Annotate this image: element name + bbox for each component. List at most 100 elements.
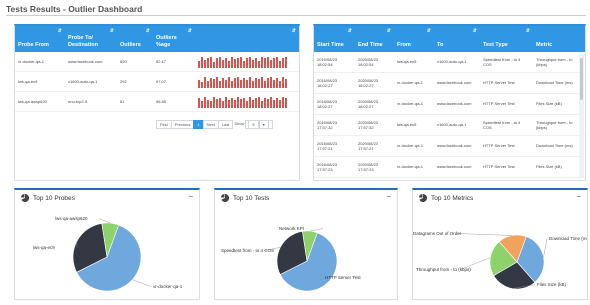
pie-slice-label: Speedtest from - to 4 COS (221, 248, 274, 253)
spark-bar (222, 101, 224, 108)
pager-previous[interactable]: Previous (170, 120, 195, 129)
spark-bar (237, 77, 239, 88)
col-outliers-label: Outliers (120, 42, 141, 49)
spark-bar (216, 99, 218, 108)
top-probes-pie: vr-docker-qa-1 lws-qa-ec9 lws-qa-awsp620 (33, 216, 183, 292)
pie-slice-label: Download Time (ms) (549, 236, 588, 241)
spark-bar (204, 77, 206, 88)
spark-bar (213, 97, 215, 108)
sort-icon: ⇵ (291, 28, 296, 34)
table-row[interactable]: vr-docker-qa-1 www.facebook.com 620 92.17 (15, 52, 299, 72)
top-tests-pie: HTTP Server Test Speedtest from - to 4 CO… (221, 226, 361, 292)
pie-slice-label: vr-docker-qa-1 (153, 284, 183, 289)
pie-leader-line (456, 233, 513, 236)
spark-bar (228, 77, 230, 88)
sort-icon: ⇵ (426, 28, 431, 34)
spark-bar (210, 78, 212, 88)
sort-icon: ⇵ (145, 28, 150, 34)
spark-bar (225, 80, 227, 88)
table-row[interactable]: 2016/08/23 18:02:54 2020/08/23 18:02:54 lw… (314, 52, 585, 73)
top-metrics-pie: Download Time (ms) Files Size (kB) Through… (413, 231, 588, 290)
spark-bar (210, 57, 212, 68)
cell-metric: Download Time (ms) (536, 80, 573, 86)
col-to[interactable]: To ⇵ (434, 26, 480, 52)
cell-start: 2016/08/23 17:57:32 (317, 119, 338, 130)
spark-bar (207, 58, 209, 68)
spark-bar (270, 60, 272, 68)
outlier-sparkline (198, 75, 296, 88)
spark-bar (270, 77, 272, 88)
col-sparkline[interactable]: ⇵ (195, 26, 299, 52)
cell-metric: Files Size (kB) (536, 164, 562, 170)
spark-bar (255, 98, 257, 108)
pager-next[interactable]: Next (202, 120, 219, 129)
spark-bar (270, 97, 272, 108)
spark-bar (279, 61, 281, 68)
table-row[interactable]: lws-qa-ec9 x1600-auto-qa-1 292 97.07 (15, 72, 299, 92)
pie-slice-label: Throughput from - to (kbps) (416, 267, 471, 272)
cell-end: 2020/08/23 18:02:27 (358, 98, 379, 109)
cell-to: www.facebook.com (437, 101, 472, 107)
top-tests-panel: Top 10 Tests − HTTP Server Test Speedtest… (214, 188, 398, 300)
tests-panel: Start Time ⇵ End Time ⇵ From ⇵ To ⇵ Test Typ… (313, 24, 586, 181)
col-start-time[interactable]: Start Time ⇵ (314, 26, 355, 52)
cell-start: 2016/08/23 18:02:54 (317, 56, 338, 67)
col-outliers[interactable]: Outliers ⇵ (117, 26, 153, 52)
spark-bar (276, 78, 278, 88)
col-from[interactable]: From ⇵ (394, 26, 434, 52)
spark-bar (234, 100, 236, 108)
table-row[interactable]: 2016/08/23 17:57:21 2020/08/23 17:57:21 vr… (314, 136, 585, 157)
col-test-type[interactable]: Test Type ⇵ (480, 26, 533, 52)
col-from-label: From (397, 42, 411, 49)
col-probe-from[interactable]: Probe From ⇵ (15, 26, 65, 52)
pie-leader-line (98, 218, 111, 224)
spark-bar (273, 100, 275, 108)
table-row[interactable]: 2016/08/23 17:57:23 2020/08/23 17:57:23 vr… (314, 157, 585, 178)
spark-bar (252, 60, 254, 68)
scrollbar-thumb[interactable] (580, 58, 583, 100)
spark-bar (285, 57, 287, 68)
sort-icon: ⇵ (109, 28, 114, 34)
spark-bar (231, 81, 233, 88)
table-row[interactable]: 2016/08/23 18:02:27 2020/08/23 18:02:27 vr… (314, 94, 585, 115)
tests-scrollbar[interactable] (579, 54, 584, 178)
spark-bar (264, 58, 266, 68)
page-size-select[interactable]: 5 ▾ (245, 120, 273, 129)
outliers-panel: Probe From ⇵ Probe To/ Destination ⇵ Outli… (14, 24, 300, 181)
spark-bar (222, 78, 224, 88)
spark-bar (240, 99, 242, 108)
table-row[interactable]: 2016/08/23 18:02:27 2020/08/23 18:02:27 vr… (314, 73, 585, 94)
page-size-value: 5 (248, 120, 259, 129)
cell-sparkline (195, 95, 299, 108)
sort-icon: ⇵ (386, 28, 391, 34)
col-outliers-pct[interactable]: Outliers %age ⇵ (153, 26, 195, 52)
col-metric[interactable]: Metric (533, 26, 585, 52)
cell-end: 2020/08/23 17:57:32 (358, 119, 379, 130)
cell-from: vr-docker-qa-1 (397, 101, 424, 107)
spark-bar (228, 61, 230, 68)
table-row[interactable]: lws-qa-awsp620 nno-tcp2-9 81 96.85 (15, 92, 299, 112)
pager-first[interactable]: First (156, 120, 172, 129)
cell-from: vr-docker-qa-1 (397, 80, 424, 86)
title-divider (6, 15, 586, 16)
spark-bar (198, 80, 200, 88)
spark-bar (276, 57, 278, 68)
cell-outliers: 620 (120, 58, 127, 64)
spark-bar (276, 98, 278, 108)
col-end-time[interactable]: End Time ⇵ (355, 26, 394, 52)
pie-slice-label: HTTP Server Test (325, 275, 361, 280)
spark-bar (201, 57, 203, 68)
col-probe-to[interactable]: Probe To/ Destination ⇵ (65, 26, 117, 52)
cell-type: Speedtest from - to 4 COS (483, 119, 521, 130)
cell-end: 2020/08/23 17:57:21 (358, 140, 379, 151)
spark-bar (261, 77, 263, 88)
col-probe-to-label: Probe To/ Destination (68, 35, 98, 49)
table-row[interactable]: 2016/08/23 17:57:32 2020/08/23 17:57:32 lw… (314, 115, 585, 136)
pager-last[interactable]: Last (217, 120, 234, 129)
cell-from: lws-qa-ec9 (397, 59, 417, 65)
sort-icon: ⇵ (187, 28, 192, 34)
cell-to: www.facebook.com (437, 80, 472, 86)
pie-slice-label: Files Size (kB) (537, 282, 567, 287)
tests-table-header: Start Time ⇵ End Time ⇵ From ⇵ To ⇵ Test Typ… (314, 26, 585, 52)
sort-icon: ⇵ (347, 28, 352, 34)
